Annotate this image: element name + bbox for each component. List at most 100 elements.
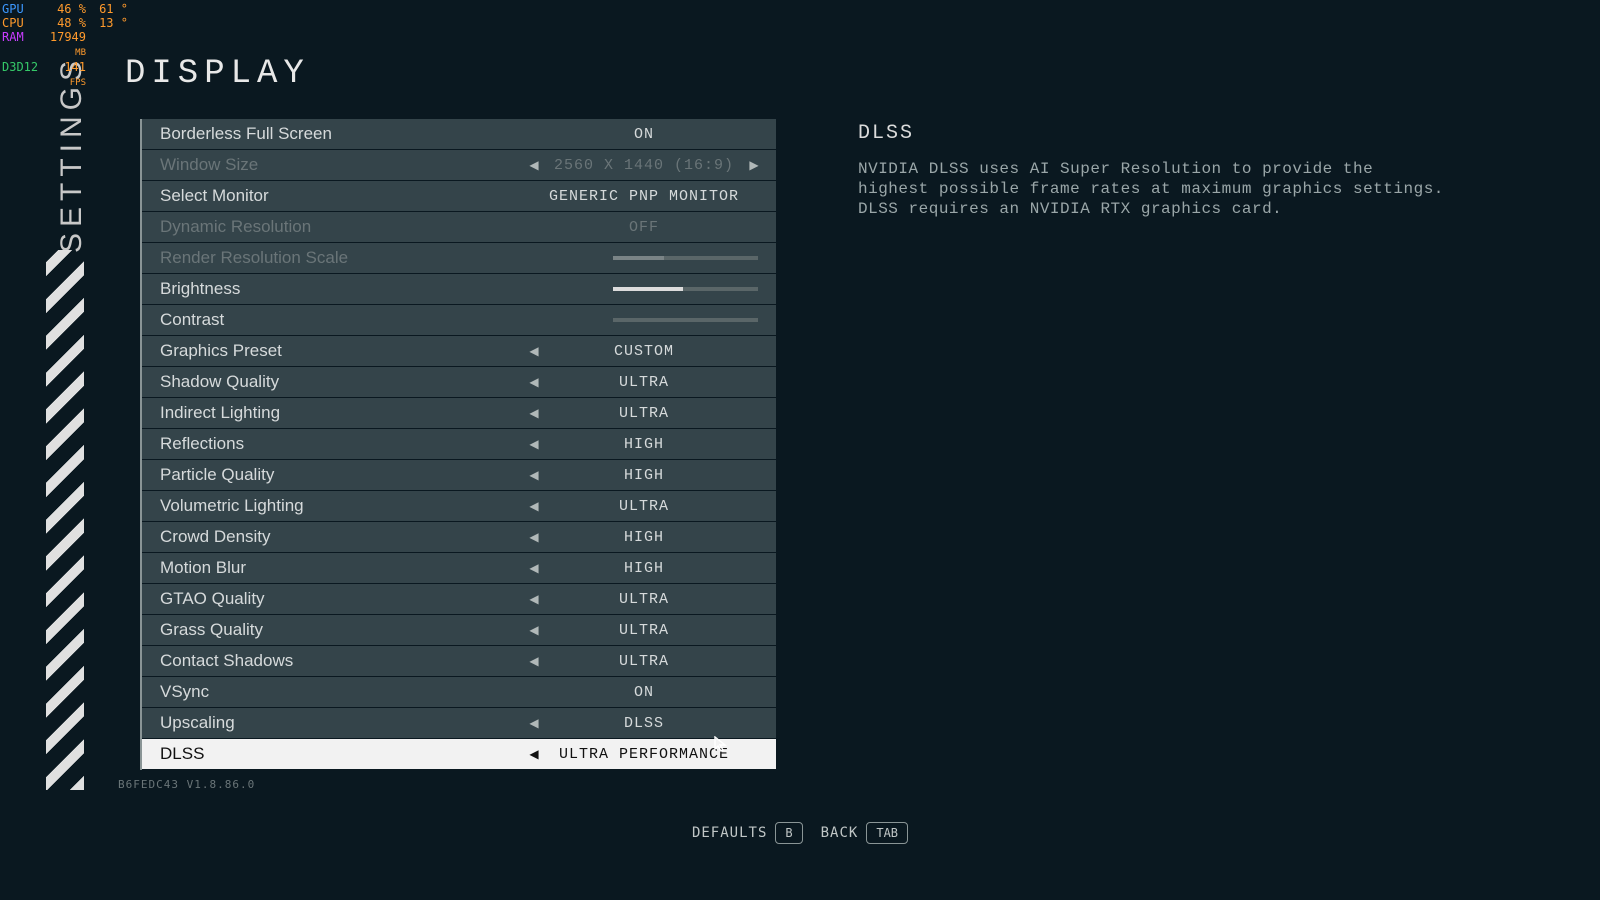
setting-label: Brightness <box>160 279 240 299</box>
chevron-left-icon[interactable]: ◀ <box>524 716 544 730</box>
setting-value: HIGH <box>624 529 664 546</box>
setting-label: Motion Blur <box>160 558 246 578</box>
setting-label: Render Resolution Scale <box>160 248 348 268</box>
setting-label: Borderless Full Screen <box>160 124 332 144</box>
setting-value: DLSS <box>624 715 664 732</box>
setting-value-control: ◀ ULTRA <box>524 405 764 422</box>
setting-row[interactable]: Grass Quality ◀ ULTRA <box>142 615 776 645</box>
setting-label: DLSS <box>160 744 204 764</box>
setting-row[interactable]: VSync ON <box>142 677 776 707</box>
setting-value: HIGH <box>624 467 664 484</box>
chevron-left-icon[interactable]: ◀ <box>524 406 544 420</box>
setting-label: Crowd Density <box>160 527 271 547</box>
setting-row[interactable]: Upscaling ◀ DLSS <box>142 708 776 738</box>
setting-row[interactable]: Volumetric Lighting ◀ ULTRA <box>142 491 776 521</box>
setting-row[interactable]: Window Size◀2560 X 1440 (16:9)▶ <box>142 150 776 180</box>
setting-row[interactable]: Render Resolution Scale <box>142 243 776 273</box>
setting-slider[interactable] <box>613 318 758 322</box>
setting-row[interactable]: Crowd Density ◀ HIGH <box>142 522 776 552</box>
setting-value: ULTRA <box>619 405 669 422</box>
chevron-left-icon[interactable]: ◀ <box>524 499 544 513</box>
setting-value: HIGH <box>624 436 664 453</box>
setting-value: CUSTOM <box>614 343 674 360</box>
setting-row[interactable]: Motion Blur ◀ HIGH <box>142 553 776 583</box>
setting-label: Volumetric Lighting <box>160 496 304 516</box>
setting-value-control: GENERIC PNP MONITOR <box>524 188 764 205</box>
setting-label: Reflections <box>160 434 244 454</box>
chevron-left-icon[interactable]: ◀ <box>524 468 544 482</box>
setting-value-control: ◀ULTRA <box>524 591 764 608</box>
chevron-left-icon[interactable]: ◀ <box>524 437 544 451</box>
chevron-left-icon[interactable]: ◀ <box>524 654 544 668</box>
setting-row[interactable]: Borderless Full Screen ON <box>142 119 776 149</box>
setting-row[interactable]: Graphics Preset ◀ CUSTOM <box>142 336 776 366</box>
setting-value: OFF <box>629 219 659 236</box>
setting-value-control: ◀ CUSTOM <box>524 343 764 360</box>
setting-value: ULTRA <box>619 622 669 639</box>
setting-value-control: ◀ ULTRA <box>524 374 764 391</box>
setting-row[interactable]: Dynamic ResolutionOFF <box>142 212 776 242</box>
chevron-left-icon[interactable]: ◀ <box>524 530 544 544</box>
chevron-right-icon[interactable]: ▶ <box>744 158 764 172</box>
setting-value: ON <box>634 126 654 143</box>
back-button[interactable]: BACK TAB <box>821 822 908 844</box>
setting-label: Particle Quality <box>160 465 274 485</box>
info-title: DLSS <box>858 122 1448 145</box>
perf-gpu: GPU 46 % 61 ° <box>2 2 128 16</box>
setting-row[interactable]: Indirect Lighting ◀ ULTRA <box>142 398 776 428</box>
setting-value-control: ◀ DLSS <box>524 715 764 732</box>
perf-d3d12: D3D12 141 FPS <box>2 60 128 90</box>
setting-slider <box>613 256 758 260</box>
setting-value-control: ON <box>524 684 764 701</box>
key-hint: B <box>775 822 802 844</box>
performance-overlay: GPU 46 % 61 ° CPU 48 % 13 ° RAM 17949 MB… <box>2 2 128 90</box>
setting-label: Contrast <box>160 310 224 330</box>
setting-value-control: ◀ HIGH <box>524 529 764 546</box>
setting-value-control: ◀ ULTRA <box>524 498 764 515</box>
chevron-left-icon[interactable]: ◀ <box>524 623 544 637</box>
setting-value-control: ◀ HIGH <box>524 436 764 453</box>
setting-value: ULTRA <box>619 374 669 391</box>
chevron-left-icon[interactable]: ◀ <box>524 561 544 575</box>
setting-value: GENERIC PNP MONITOR <box>549 188 739 205</box>
settings-list: Borderless Full Screen ON Window Size◀2560… <box>140 119 776 770</box>
setting-label: Shadow Quality <box>160 372 279 392</box>
setting-row[interactable]: Brightness <box>142 274 776 304</box>
defaults-button[interactable]: DEFAULTS B <box>692 822 803 844</box>
setting-label: Select Monitor <box>160 186 269 206</box>
key-hint: TAB <box>866 822 908 844</box>
setting-value: ULTRA <box>619 653 669 670</box>
setting-label: Upscaling <box>160 713 235 733</box>
perf-cpu: CPU 48 % 13 ° <box>2 16 128 30</box>
setting-slider[interactable] <box>613 287 758 291</box>
footer-controls: DEFAULTS B BACK TAB <box>0 822 1600 844</box>
setting-row[interactable]: Contrast <box>142 305 776 335</box>
setting-label: Indirect Lighting <box>160 403 280 423</box>
setting-row[interactable]: Select Monitor GENERIC PNP MONITOR <box>142 181 776 211</box>
setting-value-control: ◀ULTRA PERFORMANCE <box>524 746 764 763</box>
chevron-left-icon[interactable]: ◀ <box>524 747 544 761</box>
setting-label: Contact Shadows <box>160 651 293 671</box>
perf-ram: RAM 17949 MB <box>2 30 128 60</box>
setting-value-control: ◀ ULTRA <box>524 653 764 670</box>
setting-value-control: ◀ HIGH <box>524 560 764 577</box>
setting-row[interactable]: Contact Shadows ◀ ULTRA <box>142 646 776 676</box>
setting-value-control: ◀ HIGH <box>524 467 764 484</box>
chevron-left-icon[interactable]: ◀ <box>524 375 544 389</box>
setting-row[interactable]: Reflections ◀ HIGH <box>142 429 776 459</box>
setting-value-control: ◀2560 X 1440 (16:9)▶ <box>524 157 764 174</box>
setting-value: ULTRA <box>619 498 669 515</box>
setting-value-control: ◀ ULTRA <box>524 622 764 639</box>
page-title: DISPLAY <box>125 55 310 93</box>
setting-value: HIGH <box>624 560 664 577</box>
setting-row[interactable]: GTAO Quality◀ULTRA <box>142 584 776 614</box>
setting-label: Graphics Preset <box>160 341 282 361</box>
setting-row[interactable]: Particle Quality ◀ HIGH <box>142 460 776 490</box>
chevron-left-icon[interactable]: ◀ <box>524 158 544 172</box>
chevron-left-icon[interactable]: ◀ <box>524 344 544 358</box>
setting-label: VSync <box>160 682 209 702</box>
chevron-left-icon[interactable]: ◀ <box>524 592 544 606</box>
setting-row[interactable]: Shadow Quality ◀ ULTRA <box>142 367 776 397</box>
setting-row[interactable]: DLSS ◀ULTRA PERFORMANCE <box>142 739 776 769</box>
setting-label: Grass Quality <box>160 620 263 640</box>
